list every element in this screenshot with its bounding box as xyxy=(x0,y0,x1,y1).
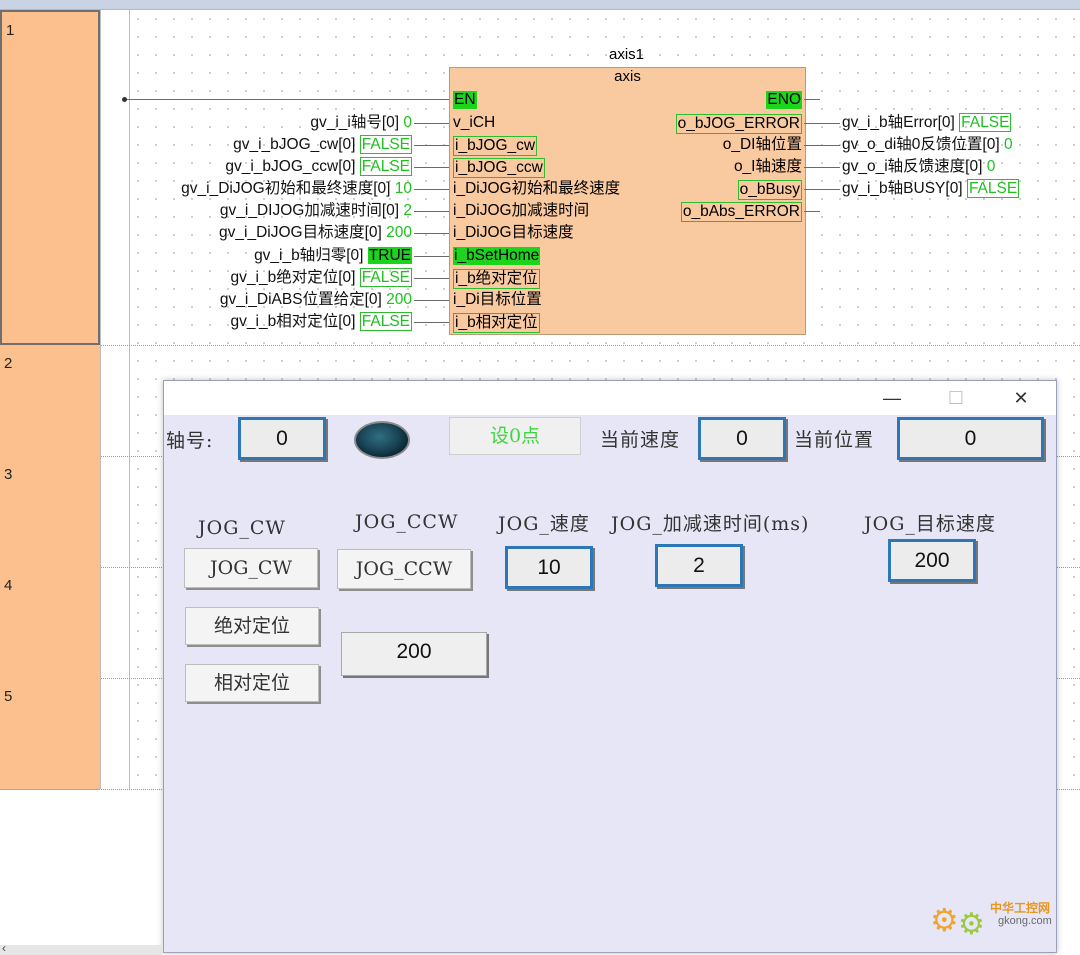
fb-input-pin[interactable]: i_b绝对定位 xyxy=(453,269,540,289)
gkong-watermark: ⚙ ⚙ 中华工控网 gkong.com xyxy=(930,893,1070,943)
axis-number-field[interactable]: 0 xyxy=(238,417,326,460)
jog-target-speed-field[interactable]: 200 xyxy=(888,539,976,582)
scroll-left-arrow-icon[interactable]: ‹ xyxy=(2,941,6,955)
editor-top-bar xyxy=(0,0,1080,10)
output-wire xyxy=(804,145,840,146)
jog-accel-time-label: JOG_加减速时间(ms) xyxy=(611,513,810,535)
fb-input-pin[interactable]: i_bJOG_ccw xyxy=(453,158,545,178)
rung-1[interactable]: 1 xyxy=(0,10,100,345)
input-variable[interactable]: gv_i_DIJOG加减速时间[0] 2 xyxy=(220,202,412,220)
fb-input-pin[interactable]: i_bJOG_cw xyxy=(453,136,538,156)
input-variable[interactable]: gv_i_b绝对定位[0] FALSE xyxy=(231,268,412,287)
fb-output-eno[interactable]: ENO xyxy=(766,91,802,109)
gear-icon: ⚙ xyxy=(958,908,985,941)
minimize-button[interactable]: — xyxy=(872,385,912,411)
input-wire xyxy=(414,278,449,279)
fb-input-pin[interactable]: i_DiJOG目标速度 xyxy=(453,224,574,242)
close-button[interactable]: ✕ xyxy=(1001,385,1041,411)
output-wire xyxy=(804,123,840,124)
input-wire xyxy=(414,322,449,323)
fb-instance-name[interactable]: axis1 xyxy=(449,46,804,63)
horizontal-scrollbar[interactable]: ‹ xyxy=(0,941,163,955)
input-wire xyxy=(414,211,449,212)
gear-icon: ⚙ xyxy=(930,902,959,938)
input-variable[interactable]: gv_i_i轴号[0] 0 xyxy=(310,114,412,132)
target-position-field[interactable]: 200 xyxy=(341,632,487,676)
watermark-url: gkong.com xyxy=(998,915,1052,927)
rung-number: 4 xyxy=(4,577,13,594)
current-position-field[interactable]: 0 xyxy=(897,417,1044,460)
rung-divider xyxy=(101,345,1080,346)
rung-number: 2 xyxy=(4,355,13,372)
relative-positioning-button[interactable]: 相对定位 xyxy=(185,664,319,702)
output-variable[interactable]: gv_i_b轴Error[0] FALSE xyxy=(842,113,1012,132)
fb-output-pin[interactable]: o_DI轴位置 xyxy=(723,136,802,154)
jog-target-speed-label: JOG_目标速度 xyxy=(864,513,996,535)
power-rail xyxy=(100,10,130,789)
rung-5[interactable]: 5 xyxy=(0,678,100,790)
fb-input-pin[interactable]: i_DiJOG初始和最终速度 xyxy=(453,180,620,198)
fb-input-pin[interactable]: i_b相对定位 xyxy=(453,313,540,333)
jog-speed-label: JOG_速度 xyxy=(498,513,590,535)
input-variable[interactable]: gv_i_DiJOG目标速度[0] 200 xyxy=(219,224,412,242)
fb-input-pin[interactable]: i_bSetHome xyxy=(453,247,541,265)
junction-dot xyxy=(122,97,127,102)
input-wire xyxy=(414,233,449,234)
input-wire xyxy=(414,256,449,257)
output-wire xyxy=(804,167,840,168)
rung-number: 5 xyxy=(4,688,13,705)
maximize-button[interactable]: ☐ xyxy=(936,385,976,411)
input-wire xyxy=(414,167,449,168)
input-variable[interactable]: gv_i_DiABS位置给定[0] 200 xyxy=(220,291,412,309)
jog-ccw-label: JOG_CCW xyxy=(355,511,459,533)
input-variable[interactable]: gv_i_bJOG_ccw[0] FALSE xyxy=(225,157,412,176)
fb-input-pin[interactable]: v_iCH xyxy=(453,114,495,132)
rung-2[interactable]: 2 xyxy=(0,345,100,457)
output-wire xyxy=(804,189,840,190)
rung-number: 3 xyxy=(4,466,13,483)
output-variable[interactable]: gv_o_i轴反馈速度[0] 0 xyxy=(842,158,995,176)
set-zero-button[interactable]: 设0点 xyxy=(449,417,581,455)
current-position-label: 当前位置 xyxy=(794,429,875,451)
current-speed-label: 当前速度 xyxy=(600,429,681,451)
fb-input-pin[interactable]: i_DiJOG加减速时间 xyxy=(453,202,589,220)
rung-3[interactable]: 3 xyxy=(0,456,100,568)
input-wire xyxy=(414,300,449,301)
watermark-text: 中华工控网 xyxy=(990,901,1051,915)
jog-cw-label: JOG_CW xyxy=(198,517,286,539)
input-wire xyxy=(414,145,449,146)
input-wire xyxy=(414,189,449,190)
input-variable[interactable]: gv_i_b相对定位[0] FALSE xyxy=(231,312,412,331)
fb-input-en[interactable]: EN xyxy=(453,91,477,109)
output-variable[interactable]: gv_o_di轴0反馈位置[0] 0 xyxy=(842,136,1013,154)
input-variable[interactable]: gv_i_bJOG_cw[0] FALSE xyxy=(233,135,412,154)
eno-wire xyxy=(804,99,820,100)
jog-ccw-button[interactable]: JOG_CCW xyxy=(337,549,471,589)
fb-output-pin[interactable]: o_bAbs_ERROR xyxy=(680,202,802,222)
function-block-axis[interactable]: axis EN v_iCH i_bJOG_cw i_bJOG_ccw i_DiJ… xyxy=(449,67,806,335)
absolute-positioning-button[interactable]: 绝对定位 xyxy=(185,607,319,645)
input-variable[interactable]: gv_i_b轴归零[0] TRUE xyxy=(254,247,412,265)
jog-cw-button[interactable]: JOG_CW xyxy=(184,548,318,588)
jog-speed-field[interactable]: 10 xyxy=(505,546,593,589)
jog-control-dialog[interactable]: — ☐ ✕ 轴号: 0 设0点 当前速度 0 当前位置 0 JOG_CW JOG… xyxy=(163,380,1057,953)
jog-accel-time-field[interactable]: 2 xyxy=(655,544,743,587)
current-speed-field[interactable]: 0 xyxy=(698,417,786,460)
input-wire xyxy=(414,123,449,124)
output-variable[interactable]: gv_i_b轴BUSY[0] FALSE xyxy=(842,179,1020,198)
rung-4[interactable]: 4 xyxy=(0,567,100,679)
en-wire xyxy=(124,99,449,100)
fb-output-pin[interactable]: o_bJOG_ERROR xyxy=(675,114,802,134)
output-wire xyxy=(804,211,820,212)
fb-type-name: axis xyxy=(614,68,641,85)
fb-output-pin[interactable]: o_bBusy xyxy=(737,180,802,200)
rung-number: 1 xyxy=(6,22,15,39)
fb-input-pin[interactable]: i_Di目标位置 xyxy=(453,291,542,309)
status-indicator-lamp xyxy=(354,421,410,459)
fb-output-pin[interactable]: o_I轴速度 xyxy=(734,158,802,176)
input-variable[interactable]: gv_i_DiJOG初始和最终速度[0] 10 xyxy=(181,180,412,198)
dialog-title-bar[interactable]: — ☐ ✕ xyxy=(164,381,1056,415)
axis-number-label: 轴号: xyxy=(166,430,214,452)
